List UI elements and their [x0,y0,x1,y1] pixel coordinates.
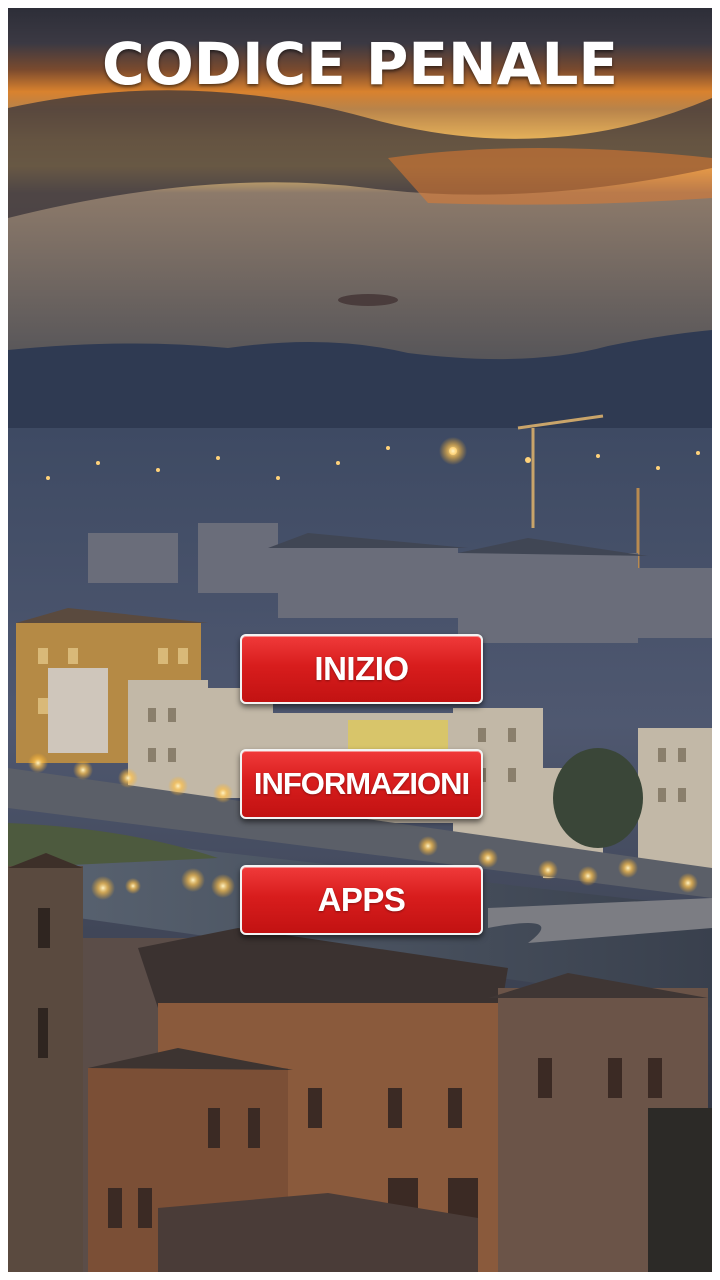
start-button-label: INIZIO [314,650,409,687]
apps-button-label: APPS [317,881,406,918]
information-button-label: INFORMAZIONI [253,766,470,801]
information-button[interactable]: INFORMAZIONI [240,749,483,819]
app-screen: CODICE PENALE INIZIO INFORMAZIONI APPS [0,0,720,1280]
start-button[interactable]: INIZIO [240,634,483,704]
app-title: CODICE PENALE [101,30,619,98]
apps-button[interactable]: APPS [240,865,483,935]
